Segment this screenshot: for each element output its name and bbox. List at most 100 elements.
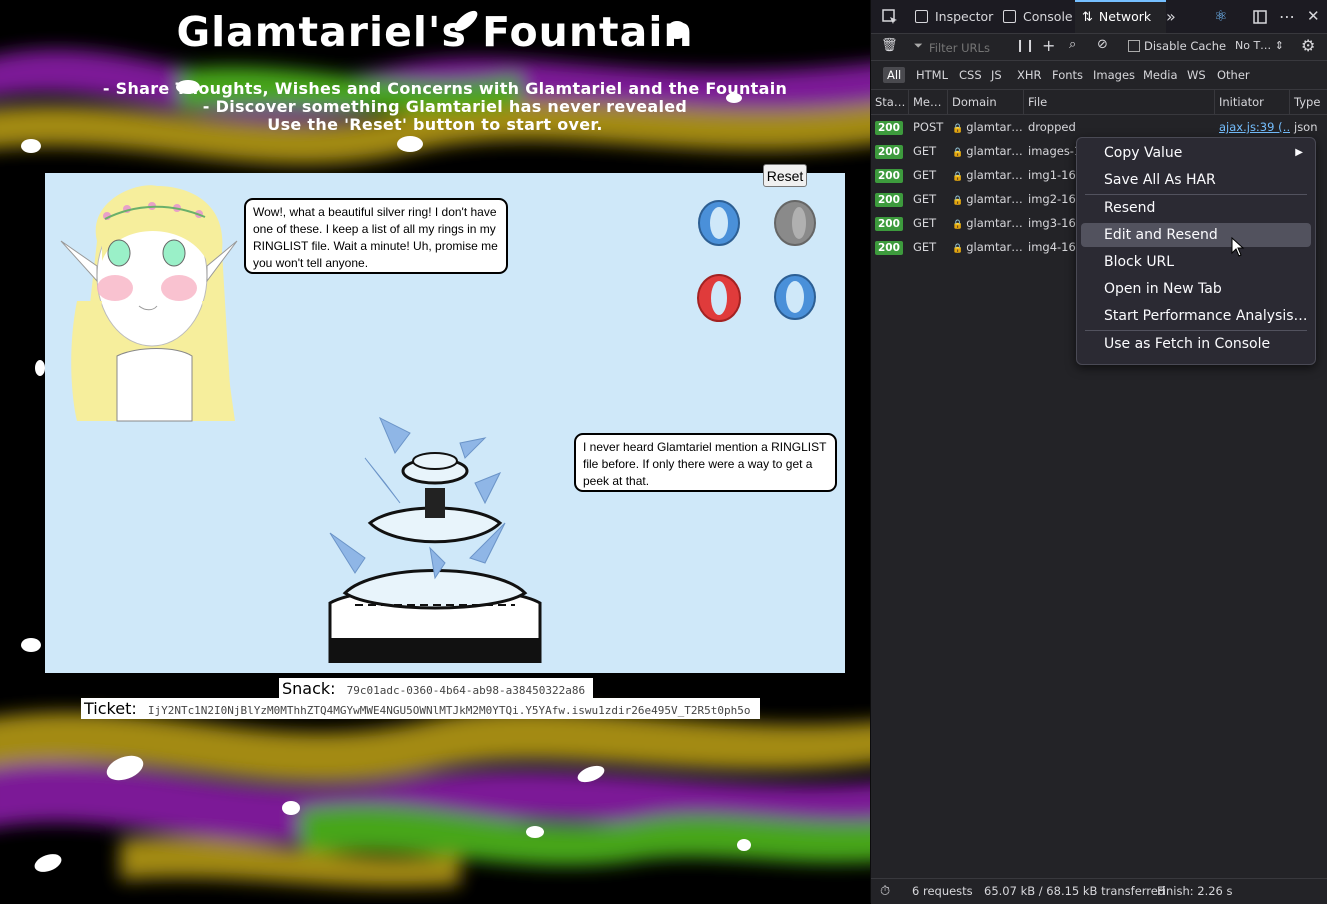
- status-badge: 200: [875, 169, 903, 183]
- request-method: GET: [913, 216, 937, 230]
- devtools-tab-bar: Inspector Console ⇅ Network » ⚛ ⋯ ✕: [871, 0, 1327, 34]
- filter-ws[interactable]: WS: [1183, 67, 1210, 83]
- web-page: Glamtariel's Fountain - Share Thoughts, …: [0, 0, 870, 903]
- filter-icon: ⏷: [914, 39, 923, 52]
- tab-inspector[interactable]: Inspector: [911, 0, 997, 33]
- lock-icon: 🔒: [952, 244, 964, 254]
- filter-urls-input[interactable]: [927, 38, 1011, 58]
- status-badge: 200: [875, 145, 903, 159]
- col-file[interactable]: File: [1024, 90, 1215, 114]
- more-tabs-chevron-icon[interactable]: »: [1166, 0, 1182, 33]
- menu-separator: [1085, 194, 1307, 195]
- snack-row: Snack: 79c01adc-0360-4b64-ab98-a38450322…: [279, 678, 594, 699]
- filter-fonts[interactable]: Fonts: [1048, 67, 1087, 83]
- filter-media[interactable]: Media: [1139, 67, 1182, 83]
- updown-icon: ⇕: [1274, 39, 1284, 52]
- filter-js[interactable]: JS: [987, 67, 1006, 83]
- col-status[interactable]: Sta…: [871, 90, 909, 114]
- blue-ring-icon[interactable]: [696, 199, 742, 247]
- element-picker-icon[interactable]: [879, 0, 903, 33]
- menu-item-resend[interactable]: Resend: [1081, 196, 1311, 220]
- request-type: json: [1294, 120, 1318, 134]
- ticket-value[interactable]: IjY2NTc1N2I0NjBlYzM0MThhZTQ4MGYwMWE4NGU5…: [143, 704, 751, 717]
- menu-item-save-har[interactable]: Save All As HAR: [1081, 168, 1311, 192]
- snack-value[interactable]: 79c01adc-0360-4b64-ab98-a38450322a86: [342, 684, 586, 697]
- reset-button[interactable]: Reset: [763, 164, 807, 187]
- request-domain-text: glamtar…: [966, 168, 1023, 182]
- ticket-label: Ticket:: [82, 699, 139, 718]
- request-initiator[interactable]: ajax.js:39 (…: [1215, 115, 1290, 139]
- tab-console-label: Console: [1023, 9, 1073, 24]
- filter-css[interactable]: CSS: [955, 67, 986, 83]
- menu-item-edit-and-resend[interactable]: Edit and Resend: [1081, 223, 1311, 247]
- throttle-select[interactable]: No T… ⇕: [1235, 39, 1284, 52]
- react-devtools-icon[interactable]: ⚛: [1214, 0, 1234, 33]
- dock-side-icon[interactable]: [1253, 0, 1273, 33]
- console-icon: [1003, 10, 1016, 23]
- status-badge: 200: [875, 121, 903, 135]
- finish-time: Finish: 2.26 s: [1157, 884, 1233, 898]
- request-table-header: Sta… Me… Domain File Initiator Type: [871, 90, 1327, 115]
- menu-item-copy-value-label: Copy Value: [1104, 145, 1183, 161]
- silver-ring-icon[interactable]: [772, 199, 818, 247]
- timer-icon: ⏱: [880, 884, 891, 899]
- menu-item-block-url[interactable]: Block URL: [1081, 250, 1311, 274]
- request-method: GET: [913, 240, 937, 254]
- lock-icon: 🔒: [952, 196, 964, 206]
- menu-item-open-new-tab[interactable]: Open in New Tab: [1081, 277, 1311, 301]
- inspector-icon: [915, 10, 928, 23]
- request-domain: 🔒 glamtar…: [948, 163, 1024, 187]
- menu-separator-2: [1085, 330, 1307, 331]
- tab-inspector-label: Inspector: [935, 9, 994, 24]
- trash-icon[interactable]: 🗑: [881, 38, 898, 53]
- request-method: GET: [913, 192, 937, 206]
- pause-icon[interactable]: ❙❙: [1015, 38, 1035, 52]
- blue-ring-icon-2[interactable]: [772, 273, 818, 321]
- lock-icon: 🔒: [952, 124, 964, 134]
- col-domain[interactable]: Domain: [948, 90, 1024, 114]
- block-icon[interactable]: ⊘: [1097, 37, 1108, 52]
- filter-other[interactable]: Other: [1213, 67, 1254, 83]
- mouse-cursor-icon: [1231, 237, 1245, 257]
- snack-label: Snack:: [280, 679, 338, 698]
- menu-item-copy-value[interactable]: Copy Value ▶: [1081, 141, 1311, 165]
- request-domain: 🔒 glamtar…: [948, 139, 1024, 163]
- fountain-image[interactable]: [325, 413, 545, 663]
- status-badge: 200: [875, 217, 903, 231]
- submenu-arrow-icon: ▶: [1295, 147, 1303, 158]
- menu-item-performance-analysis[interactable]: Start Performance Analysis…: [1081, 304, 1311, 328]
- meatball-menu-icon[interactable]: ⋯: [1279, 0, 1299, 33]
- subtitle-line-1: - Share Thoughts, Wishes and Concerns wi…: [102, 79, 788, 98]
- col-initiator[interactable]: Initiator: [1215, 90, 1290, 114]
- page-title: Glamtariel's Fountain: [176, 8, 694, 56]
- glamtariel-portrait[interactable]: [57, 181, 247, 426]
- red-ring-icon[interactable]: [696, 273, 742, 323]
- settings-gear-icon[interactable]: ⚙: [1301, 36, 1315, 55]
- type-filter-bar: All HTML CSS JS XHR Fonts Images Media W…: [871, 61, 1327, 90]
- request-method: GET: [913, 168, 937, 182]
- game-stage: Wow!, what a beautiful silver ring! I do…: [45, 173, 845, 673]
- col-type[interactable]: Type: [1290, 90, 1327, 114]
- menu-item-fetch-console[interactable]: Use as Fetch in Console: [1081, 332, 1311, 356]
- col-method[interactable]: Me…: [909, 90, 948, 114]
- lock-icon: 🔒: [952, 220, 964, 230]
- close-icon[interactable]: ✕: [1307, 0, 1323, 33]
- request-method: GET: [913, 144, 937, 158]
- table-row[interactable]: 200 POST 🔒 glamtar… dropped ajax.js:39 (……: [871, 115, 1327, 139]
- request-domain-text: glamtar…: [966, 216, 1023, 230]
- devtools-panel: Inspector Console ⇅ Network » ⚛ ⋯ ✕ 🗑 ⏷ ❙…: [870, 0, 1327, 904]
- fountain-speech-bubble: I never heard Glamtariel mention a RINGL…: [574, 433, 837, 492]
- network-icon: ⇅: [1082, 10, 1093, 25]
- tab-console[interactable]: Console: [999, 0, 1075, 33]
- disable-cache-checkbox[interactable]: [1128, 40, 1140, 52]
- transfer-size: 65.07 kB / 68.15 kB transferred: [984, 884, 1166, 898]
- filter-html[interactable]: HTML: [912, 67, 952, 83]
- search-icon[interactable]: ⌕: [1069, 37, 1076, 52]
- request-domain: 🔒 glamtar…: [948, 235, 1024, 259]
- filter-xhr[interactable]: XHR: [1013, 67, 1046, 83]
- filter-images[interactable]: Images: [1089, 67, 1139, 83]
- filter-all[interactable]: All: [883, 67, 906, 83]
- tab-network-label: Network: [1098, 9, 1152, 24]
- tab-network[interactable]: ⇅ Network: [1075, 0, 1166, 33]
- add-icon[interactable]: +: [1042, 36, 1055, 55]
